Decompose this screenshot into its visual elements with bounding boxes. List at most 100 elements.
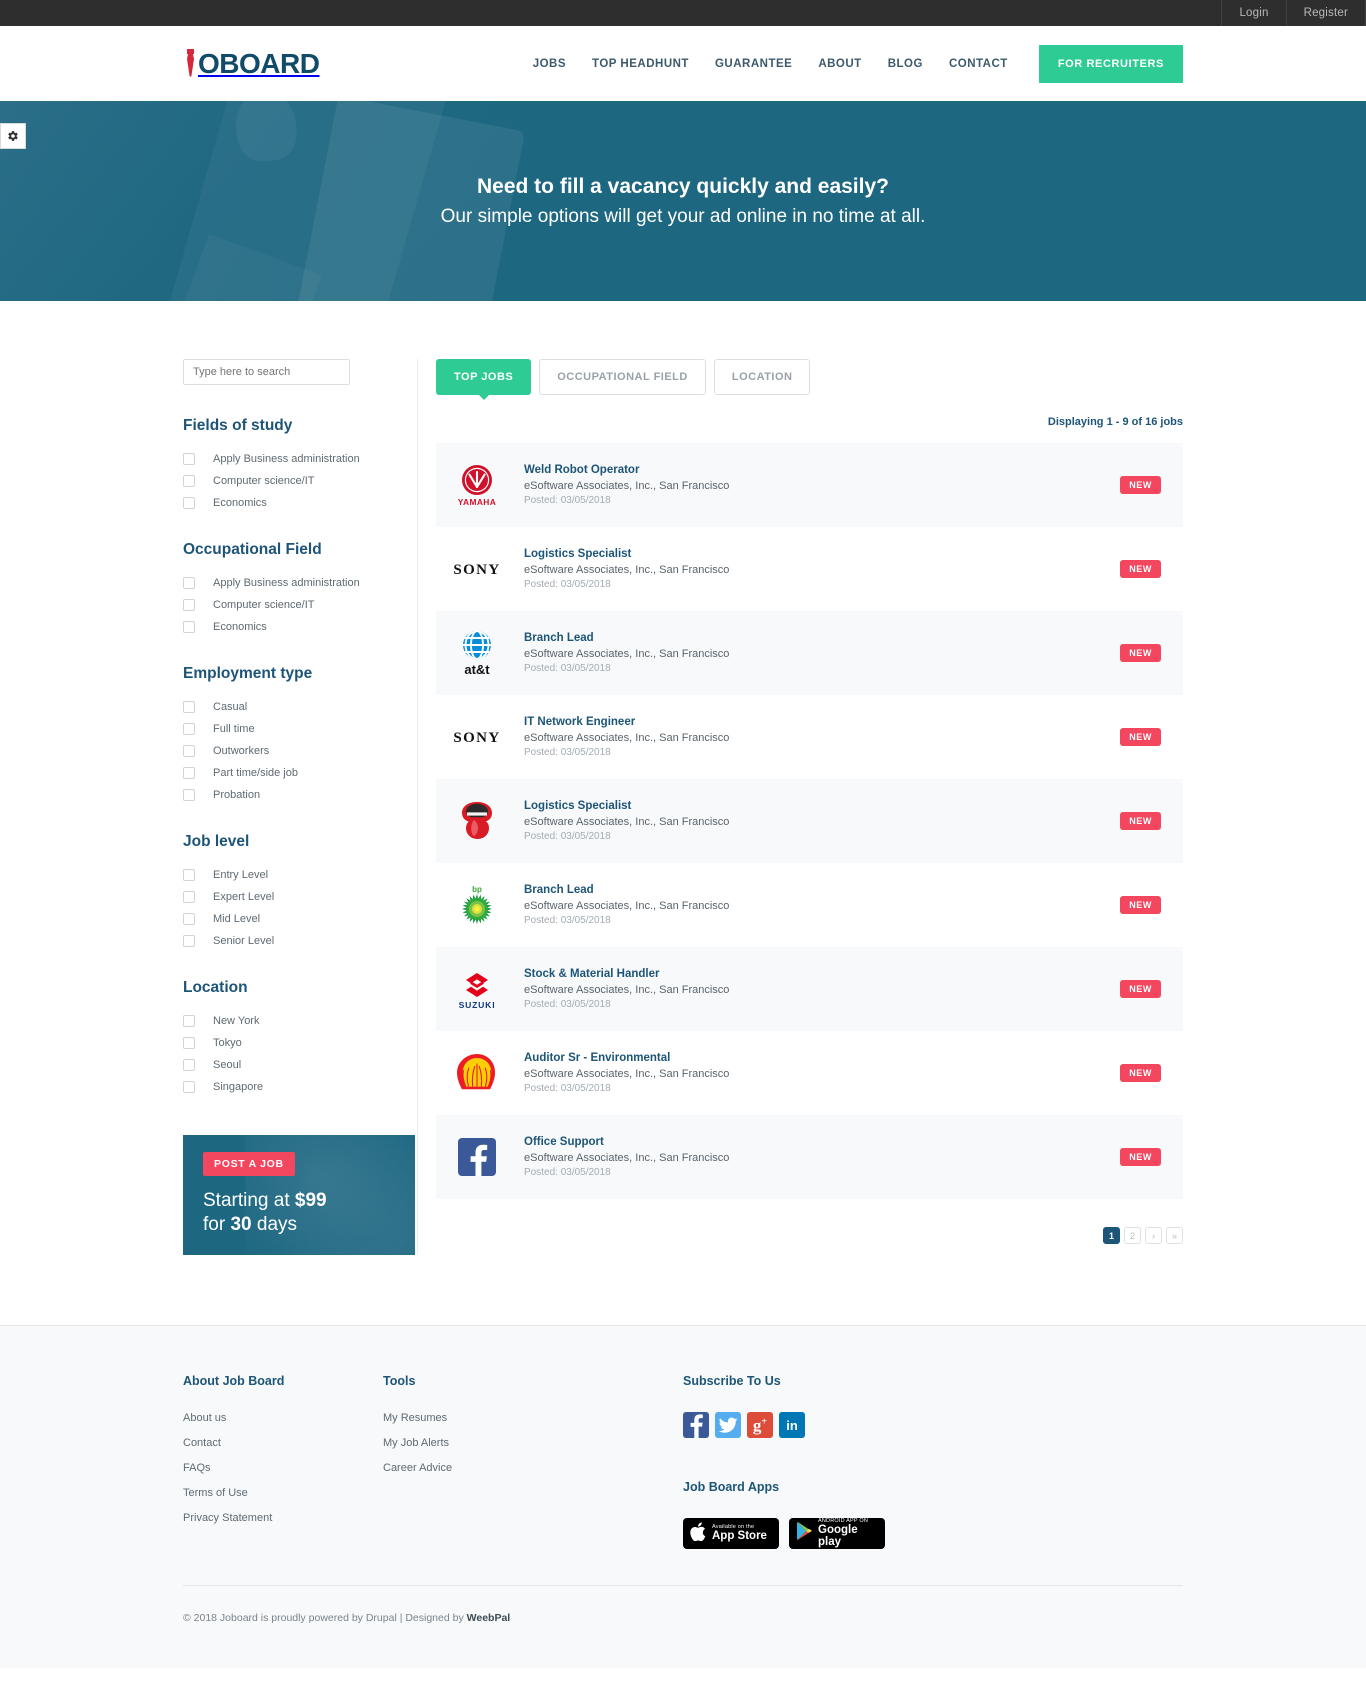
filter-option[interactable]: Probation	[183, 789, 417, 801]
filter-checkbox[interactable]	[183, 599, 195, 611]
for-recruiters-button[interactable]: FOR RECRUITERS	[1038, 44, 1183, 83]
job-title[interactable]: Branch Lead	[524, 884, 1120, 896]
filter-option[interactable]: Senior Level	[183, 935, 417, 947]
page-button[interactable]: 1	[1103, 1227, 1120, 1244]
filter-option[interactable]: Tokyo	[183, 1037, 417, 1049]
shell-logo	[444, 1048, 510, 1098]
filter-checkbox[interactable]	[183, 935, 195, 947]
filter-option[interactable]: Seoul	[183, 1059, 417, 1071]
tab-occupational-field[interactable]: OCCUPATIONAL FIELD	[539, 359, 706, 395]
job-row[interactable]: bp Branch Lead eSoftware Associates, Inc.,…	[436, 863, 1183, 947]
filter-checkbox[interactable]	[183, 891, 195, 903]
search-input[interactable]	[183, 359, 350, 385]
nav-item-jobs[interactable]: JOBS	[520, 58, 579, 70]
filter-option[interactable]: Computer science/IT	[183, 599, 417, 611]
filter-checkbox[interactable]	[183, 1081, 195, 1093]
twitter-icon[interactable]	[715, 1412, 741, 1438]
job-title[interactable]: IT Network Engineer	[524, 716, 1120, 728]
page-button[interactable]: ›	[1145, 1227, 1162, 1244]
nav-item-about[interactable]: ABOUT	[805, 58, 874, 70]
job-posted-date: Posted: 03/05/2018	[524, 999, 611, 1010]
settings-gear-button[interactable]	[0, 123, 26, 149]
job-row[interactable]: Office Support eSoftware Associates, Inc.…	[436, 1115, 1183, 1199]
filter-option[interactable]: Computer science/IT	[183, 475, 417, 487]
facebook-icon[interactable]	[683, 1412, 709, 1438]
filter-checkbox[interactable]	[183, 745, 195, 757]
job-title[interactable]: Logistics Specialist	[524, 800, 1120, 812]
filter-checkbox[interactable]	[183, 497, 195, 509]
job-posted-date: Posted: 03/05/2018	[524, 915, 611, 926]
footer-about-link[interactable]: Terms of Use	[183, 1487, 383, 1499]
footer-about-link[interactable]: FAQs	[183, 1462, 383, 1474]
google-play-badge[interactable]: ANDROID APP ON Google play	[789, 1518, 885, 1549]
nav-item-top-headhunt[interactable]: TOP HEADHUNT	[579, 58, 702, 70]
footer-tools-link[interactable]: My Resumes	[383, 1412, 683, 1424]
app-store-badge[interactable]: Available on the App Store	[683, 1518, 779, 1549]
job-row[interactable]: at&t Branch Lead eSoftware Associates, Inc…	[436, 611, 1183, 695]
filter-option[interactable]: Casual	[183, 701, 417, 713]
post-a-job-promo[interactable]: POST A JOB Starting at $99 for 30 days	[183, 1135, 415, 1255]
new-badge: NEW	[1120, 812, 1161, 830]
filter-checkbox[interactable]	[183, 1015, 195, 1027]
job-company: eSoftware Associates, Inc., San Francisc…	[524, 480, 730, 492]
filter-option[interactable]: New York	[183, 1015, 417, 1027]
nav-item-guarantee[interactable]: GUARANTEE	[702, 58, 805, 70]
footer-tools-link[interactable]: Career Advice	[383, 1462, 683, 1474]
filter-option[interactable]: Singapore	[183, 1081, 417, 1093]
filter-checkbox[interactable]	[183, 869, 195, 881]
job-title[interactable]: Office Support	[524, 1136, 1120, 1148]
page-button[interactable]: »	[1166, 1227, 1183, 1244]
footer-about-link[interactable]: About us	[183, 1412, 383, 1424]
footer-about-link[interactable]: Privacy Statement	[183, 1512, 383, 1524]
tab-location[interactable]: LOCATION	[713, 359, 811, 395]
filter-option[interactable]: Full time	[183, 723, 417, 735]
filter-option[interactable]: Outworkers	[183, 745, 417, 757]
login-link[interactable]: Login	[1221, 0, 1285, 26]
filter-option[interactable]: Apply Business administration	[183, 577, 417, 589]
filter-checkbox[interactable]	[183, 577, 195, 589]
job-row[interactable]: SONY Logistics Specialist eSoftware Associ…	[436, 527, 1183, 611]
nav-item-contact[interactable]: CONTACT	[936, 58, 1021, 70]
filter-option[interactable]: Part time/side job	[183, 767, 417, 779]
filter-checkbox[interactable]	[183, 701, 195, 713]
tab-top-jobs[interactable]: TOP JOBS	[436, 359, 532, 400]
linkedin-icon[interactable]: in	[779, 1412, 805, 1438]
top-bar: Login Register	[0, 0, 1366, 26]
job-row[interactable]: Logistics Specialist eSoftware Associates…	[436, 779, 1183, 863]
filter-option[interactable]: Apply Business administration	[183, 453, 417, 465]
filter-checkbox[interactable]	[183, 789, 195, 801]
job-title[interactable]: Weld Robot Operator	[524, 464, 1120, 476]
googleplus-icon[interactable]: g+	[747, 1412, 773, 1438]
filter-option[interactable]: Economics	[183, 621, 417, 633]
filter-checkbox[interactable]	[183, 913, 195, 925]
filter-option[interactable]: Economics	[183, 497, 417, 509]
filter-checkbox[interactable]	[183, 1059, 195, 1071]
post-a-job-button[interactable]: POST A JOB	[203, 1152, 295, 1176]
filter-option[interactable]: Mid Level	[183, 913, 417, 925]
filter-checkbox[interactable]	[183, 767, 195, 779]
filter-option-label: Economics	[213, 497, 267, 509]
job-row[interactable]: SUZUKI Stock & Material Handler eSoftware …	[436, 947, 1183, 1031]
filter-checkbox[interactable]	[183, 621, 195, 633]
filter-checkbox[interactable]	[183, 1037, 195, 1049]
filter-option[interactable]: Entry Level	[183, 869, 417, 881]
job-info: IT Network Engineer eSoftware Associates,…	[510, 716, 1120, 758]
job-row[interactable]: SONY IT Network Engineer eSoftware Associa…	[436, 695, 1183, 779]
footer-about-link[interactable]: Contact	[183, 1437, 383, 1449]
register-link[interactable]: Register	[1285, 0, 1366, 26]
job-title[interactable]: Logistics Specialist	[524, 548, 1120, 560]
filter-checkbox[interactable]	[183, 723, 195, 735]
filter-group-title: Fields of study	[183, 417, 293, 434]
site-logo[interactable]: OBOARD	[183, 26, 320, 101]
footer-tools-link[interactable]: My Job Alerts	[383, 1437, 683, 1449]
nav-item-blog[interactable]: BLOG	[875, 58, 936, 70]
page-button[interactable]: 2	[1124, 1227, 1141, 1244]
job-title[interactable]: Auditor Sr - Environmental	[524, 1052, 1120, 1064]
job-title[interactable]: Branch Lead	[524, 632, 1120, 644]
job-row[interactable]: YAMAHA Weld Robot Operator eSoftware Assoc…	[436, 443, 1183, 527]
filter-checkbox[interactable]	[183, 475, 195, 487]
filter-option[interactable]: Expert Level	[183, 891, 417, 903]
job-title[interactable]: Stock & Material Handler	[524, 968, 1120, 980]
filter-checkbox[interactable]	[183, 453, 195, 465]
job-row[interactable]: Auditor Sr - Environmental eSoftware Asso…	[436, 1031, 1183, 1115]
